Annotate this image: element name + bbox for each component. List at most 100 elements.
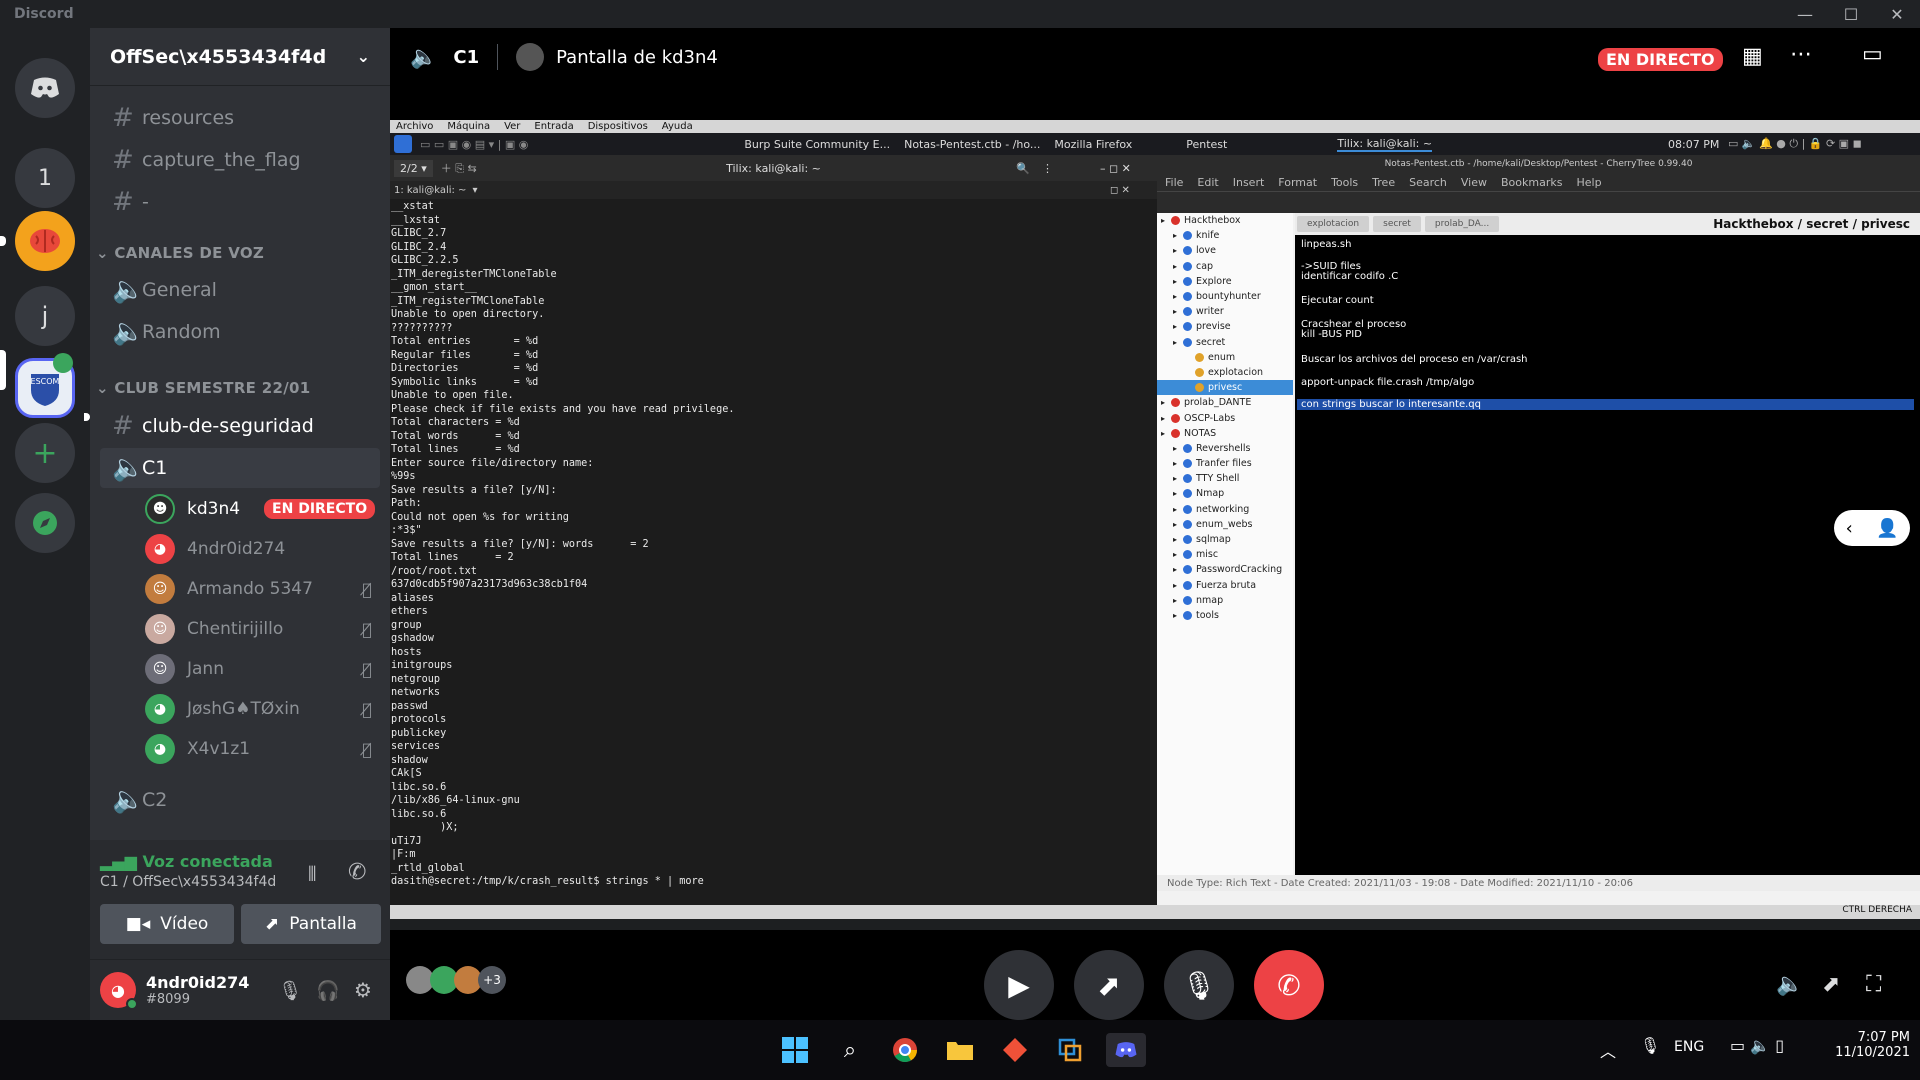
leave-call-button[interactable]: ✆ xyxy=(1254,950,1324,1020)
tree-node[interactable]: ▸ Hackthebox xyxy=(1157,213,1293,228)
task-burp[interactable]: Burp Suite Community E... xyxy=(744,138,890,151)
tree-node[interactable]: ▸ cap xyxy=(1157,259,1293,274)
tree-node[interactable]: enum xyxy=(1157,350,1293,365)
microphone-button[interactable]: 🎙 xyxy=(1164,950,1234,1020)
tree-node[interactable]: ▸ Fuerza bruta xyxy=(1157,578,1293,593)
menu-item-tree[interactable]: Tree xyxy=(1372,176,1395,189)
tab-prolab[interactable]: prolab_DA... xyxy=(1424,216,1500,232)
voice-channel-c2[interactable]: 🔈 C2 xyxy=(100,780,380,820)
voice-user-joshgtoxin[interactable]: ◕ JøshG♠TØxin 🎙̸ xyxy=(145,690,380,728)
menu-item-view[interactable]: View xyxy=(1461,176,1487,189)
tree-node[interactable]: ▸ Explore xyxy=(1157,274,1293,289)
task-notas[interactable]: Notas-Pentest.ctb - /ho... xyxy=(904,138,1040,151)
expander-icon[interactable]: ▸ xyxy=(1173,581,1183,590)
close-icon[interactable]: ✕ xyxy=(1874,0,1920,28)
cherrytree-window[interactable]: Notas-Pentest.ctb - /home/kali/Desktop/P… xyxy=(1157,155,1920,905)
fullscreen-icon[interactable]: ⛶ xyxy=(1866,972,1881,997)
tree-node[interactable]: ▸ tools xyxy=(1157,608,1293,623)
expander-icon[interactable]: ▸ xyxy=(1173,322,1183,331)
tree-node[interactable]: ▸ nmap xyxy=(1157,593,1293,608)
add-server-icon[interactable]: + xyxy=(15,423,75,483)
voice-location[interactable]: C1 / OffSec\x4553434f4d xyxy=(100,874,276,890)
discord-icon[interactable] xyxy=(1106,1033,1146,1067)
chevron-up-icon[interactable]: ︿ xyxy=(1600,1038,1616,1062)
close-icon[interactable]: ◻ ✕ xyxy=(1110,185,1130,196)
guild-j[interactable]: j xyxy=(15,286,75,346)
expander-icon[interactable]: ▸ xyxy=(1161,414,1171,423)
expander-icon[interactable]: ▸ xyxy=(1173,611,1183,620)
menu-item-bookmarks[interactable]: Bookmarks xyxy=(1501,176,1562,189)
server-header[interactable]: OffSec\x4553434f4d ⌄ xyxy=(90,28,390,86)
file-explorer-icon[interactable] xyxy=(943,1033,977,1067)
expander-icon[interactable]: ▸ xyxy=(1161,216,1171,225)
expander-icon[interactable]: ▸ xyxy=(1173,231,1183,240)
camera-button[interactable]: ▶ xyxy=(984,950,1054,1020)
app-red-icon[interactable] xyxy=(998,1033,1032,1067)
expander-icon[interactable]: ▸ xyxy=(1173,246,1183,255)
task-tilix[interactable]: Tilix: kali@kali: ~ xyxy=(1337,137,1433,152)
settings-gear-icon[interactable]: ⚙ xyxy=(354,978,372,1002)
tree-node[interactable]: ▸ writer xyxy=(1157,304,1293,319)
tab-explotacion[interactable]: explotacion xyxy=(1297,216,1370,232)
tree-node[interactable]: ▸ PasswordCracking xyxy=(1157,562,1293,577)
headphones-icon[interactable]: 🎧 xyxy=(316,979,340,1002)
tree-node[interactable]: ▸ bountyhunter xyxy=(1157,289,1293,304)
user-info[interactable]: 4ndr0id274 #8099 xyxy=(146,973,249,1007)
virtualbox-icon[interactable] xyxy=(1053,1033,1087,1067)
expander-icon[interactable]: ▸ xyxy=(1173,565,1183,574)
task-firefox[interactable]: Mozilla Firefox xyxy=(1054,138,1132,151)
menu-icon[interactable]: ⋮ xyxy=(1042,162,1053,175)
tree-node[interactable]: ▸ previse xyxy=(1157,319,1293,334)
voice-user-kd3n4[interactable]: ☻ kd3n4 EN DIRECTO xyxy=(145,490,380,528)
show-members-button[interactable]: ‹ 👤 xyxy=(1834,510,1910,546)
tree-node[interactable]: ▸ sqlmap xyxy=(1157,532,1293,547)
expander-icon[interactable]: ▸ xyxy=(1161,429,1171,438)
rich-text-editor[interactable]: explotacion secret prolab_DA... Hacktheb… xyxy=(1295,213,1920,875)
menu-item-search[interactable]: Search xyxy=(1409,176,1447,189)
expander-icon[interactable]: ▸ xyxy=(1173,520,1183,529)
tree-node[interactable]: ▸ prolab_DANTE xyxy=(1157,395,1293,410)
terminal-actions[interactable]: ＋ ⎘ ⇆ xyxy=(441,160,477,176)
tree-node[interactable]: ▸ love xyxy=(1157,243,1293,258)
avatar[interactable]: ◕ xyxy=(100,972,138,1010)
tree-node[interactable]: privesc xyxy=(1157,380,1293,396)
channel-capture-the-flag[interactable]: # capture_the_flag xyxy=(100,140,380,180)
channel-club-de-seguridad[interactable]: # club-de-seguridad xyxy=(100,406,380,446)
tree-node[interactable]: ▸ NOTAS xyxy=(1157,426,1293,441)
tilix-terminal[interactable]: 2/2 ▾ ＋ ⎘ ⇆ Tilix: kali@kali: ~ 🔍 ⋮ – ◻ … xyxy=(390,155,1157,905)
tree-node[interactable]: ▸ Nmap xyxy=(1157,486,1293,501)
voice-channel-c1[interactable]: 🔈 C1 xyxy=(100,448,380,488)
channel-resources[interactable]: # resources xyxy=(100,98,380,138)
menu-item-file[interactable]: File xyxy=(1165,176,1183,189)
category-club[interactable]: ⌄ CLUB SEMESTRE 22/01 xyxy=(96,379,310,397)
tree-node[interactable]: ▸ Tranfer files xyxy=(1157,456,1293,471)
screen-share-button[interactable]: ⬈ Pantalla xyxy=(241,904,381,944)
expander-icon[interactable]: ▸ xyxy=(1173,535,1183,544)
shared-screen[interactable]: Archivo Máquina Ver Entrada Dispositivos… xyxy=(390,120,1920,930)
tree-node[interactable]: ▸ misc xyxy=(1157,547,1293,562)
tray-system-icons[interactable]: ▭ 🔈 ▯ xyxy=(1730,1036,1784,1055)
search-icon[interactable]: 🔍 xyxy=(1016,162,1030,175)
video-button[interactable]: ■◂ Vídeo xyxy=(100,904,234,944)
more-options-icon[interactable]: ⋯ xyxy=(1790,42,1812,67)
expander-icon[interactable]: ▸ xyxy=(1173,489,1183,498)
tree-node[interactable]: ▸ secret xyxy=(1157,335,1293,350)
discord-home-icon[interactable] xyxy=(15,58,75,118)
volume-icon[interactable]: 🔈 xyxy=(1776,972,1803,997)
explore-servers-icon[interactable] xyxy=(15,493,75,553)
microphone-icon[interactable]: 🎙 xyxy=(1640,1036,1660,1055)
language-indicator[interactable]: ENG xyxy=(1674,1039,1704,1055)
tree-node[interactable]: ▸ knife xyxy=(1157,228,1293,243)
menu-item-tools[interactable]: Tools xyxy=(1331,176,1358,189)
taskbar-clock[interactable]: 7:07 PM 11/10/2021 xyxy=(1820,1030,1910,1060)
kali-menu-icon[interactable] xyxy=(394,135,412,153)
voice-user-4ndr0id274[interactable]: ◕ 4ndr0id274 xyxy=(145,530,380,568)
expander-icon[interactable]: ▸ xyxy=(1173,444,1183,453)
popout-icon[interactable]: ⬈ xyxy=(1822,972,1840,997)
expander-icon[interactable]: ▸ xyxy=(1173,474,1183,483)
chrome-icon[interactable] xyxy=(888,1033,922,1067)
search-icon[interactable]: ⌕ xyxy=(833,1033,867,1067)
expander-icon[interactable]: ▸ xyxy=(1173,307,1183,316)
expander-icon[interactable]: ▸ xyxy=(1161,398,1171,407)
expander-icon[interactable]: ▸ xyxy=(1173,596,1183,605)
